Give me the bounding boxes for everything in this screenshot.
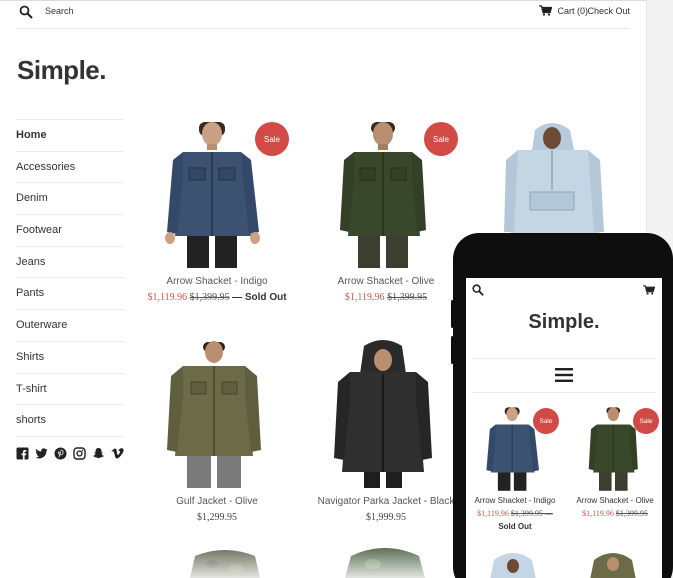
sidebar-item-shirts[interactable]: Shirts <box>16 342 124 374</box>
sidebar-item-footwear[interactable]: Footwear <box>16 215 124 247</box>
mobile-divider <box>472 392 656 393</box>
mobile-photo-partial-denim <box>490 553 536 578</box>
product-card[interactable]: Sale Arrow Shacket - Olive $1,119.96 $1,… <box>316 120 458 303</box>
compare-price: $1,399.95 <box>615 509 648 518</box>
sidebar-item-accessories[interactable]: Accessories <box>16 152 124 184</box>
product-card[interactable]: Sale Arrow Shacket - Indigo $1,119.96 $1… <box>147 120 289 303</box>
mobile-photo-partial-olive <box>590 553 636 578</box>
pinterest-icon[interactable] <box>54 447 67 460</box>
sale-badge: Sale <box>633 408 659 434</box>
product-price: $1,119.96 $1,399.95 — <box>470 509 560 518</box>
product-image[interactable]: Sale <box>575 406 659 491</box>
sold-out-label: Sold Out <box>498 522 532 531</box>
sidebar-item-jeans[interactable]: Jeans <box>16 247 124 279</box>
hamburger-menu-icon[interactable] <box>555 368 573 382</box>
regular-price: $1,299.95 <box>197 512 237 523</box>
sold-out-label: — Sold Out <box>232 292 287 303</box>
product-title[interactable]: Arrow Shacket - Olive <box>570 496 660 505</box>
sale-badge: Sale <box>533 408 559 434</box>
product-photo-gulf-jacket <box>167 341 261 488</box>
product-photo-navigator-parka <box>334 340 432 488</box>
regular-price: $1,999.95 <box>366 512 406 523</box>
product-title[interactable]: Navigator Parka Jacket - Black <box>316 496 456 507</box>
mobile-product-card[interactable]: Sale Arrow Shacket - Indigo $1,119.96 $1… <box>470 406 560 531</box>
product-price: $1,119.96 $1,399.95 <box>316 292 456 303</box>
product-title[interactable]: Gulf Jacket - Olive <box>147 496 287 507</box>
compare-price: $1,399.95 — <box>510 509 553 518</box>
sidebar-item-shorts[interactable]: shorts <box>16 405 124 437</box>
cart-label: Cart (0) <box>557 5 588 16</box>
sidebar-item-denim[interactable]: Denim <box>16 183 124 216</box>
sidebar-item-tshirt[interactable]: T-shirt <box>16 374 124 406</box>
instagram-icon[interactable] <box>73 447 86 460</box>
product-price: $1,999.95 <box>316 512 456 523</box>
sale-price: $1,119.96 <box>582 509 614 518</box>
product-card[interactable]: Navigator Parka Jacket - Black $1,999.95 <box>316 340 456 523</box>
sale-price: $1,119.96 <box>477 509 509 518</box>
checkout-link[interactable]: Check Out <box>587 6 630 16</box>
mobile-search-icon[interactable] <box>472 284 484 296</box>
mobile-divider <box>472 358 656 359</box>
sidebar-item-home[interactable]: Home <box>16 120 124 152</box>
twitter-icon[interactable] <box>35 447 48 460</box>
sale-badge: Sale <box>424 122 458 156</box>
product-card[interactable]: Gulf Jacket - Olive $1,299.95 <box>147 340 287 523</box>
mobile-device-frame: Simple. Sale Arrow Shacket - Indigo $1,1… <box>453 233 673 578</box>
product-title[interactable]: Arrow Shacket - Olive <box>316 276 456 287</box>
cart-icon <box>539 5 553 16</box>
search-icon[interactable] <box>19 5 33 19</box>
search-label[interactable]: Search <box>45 6 74 16</box>
vimeo-icon[interactable] <box>111 447 124 460</box>
sale-badge: Sale <box>255 122 289 156</box>
sidebar-item-pants[interactable]: Pants <box>16 278 124 311</box>
compare-price: $1,399.95 <box>387 292 428 303</box>
mobile-screen: Simple. Sale Arrow Shacket - Indigo $1,1… <box>466 278 662 578</box>
product-price: $1,119.96 $1,399.95 <box>570 509 660 518</box>
product-price: $1,299.95 <box>147 512 287 523</box>
compare-price: $1,399.95 <box>189 292 230 303</box>
sidebar-item-outerware[interactable]: Outerware <box>16 310 124 342</box>
site-logo[interactable]: Simple. <box>17 55 106 86</box>
site-header: Search Cart (0) Check Out <box>16 0 630 29</box>
sale-price: $1,119.96 <box>147 292 188 303</box>
product-image[interactable] <box>316 340 456 488</box>
product-image[interactable]: Sale <box>147 120 289 268</box>
product-title[interactable]: Arrow Shacket - Indigo <box>147 276 287 287</box>
mobile-product-card[interactable]: Sale Arrow Shacket - Olive $1,119.96 $1,… <box>570 406 660 518</box>
product-title[interactable]: Arrow Shacket - Indigo <box>470 496 560 505</box>
facebook-icon[interactable] <box>16 447 29 460</box>
cart-link[interactable]: Cart (0) <box>539 5 588 16</box>
social-links <box>16 447 124 460</box>
mobile-site-logo[interactable]: Simple. <box>466 311 662 334</box>
product-image[interactable]: Sale <box>316 120 458 268</box>
sale-price: $1,119.96 <box>344 292 385 303</box>
mobile-cart-icon[interactable] <box>643 285 655 295</box>
product-image[interactable] <box>147 340 287 488</box>
sidebar-nav: Home Accessories Denim Footwear Jeans Pa… <box>16 119 124 437</box>
snapchat-icon[interactable] <box>92 447 105 460</box>
product-price: $1,119.96 $1,399.95 — Sold Out <box>147 292 287 303</box>
product-image[interactable]: Sale <box>475 406 559 491</box>
